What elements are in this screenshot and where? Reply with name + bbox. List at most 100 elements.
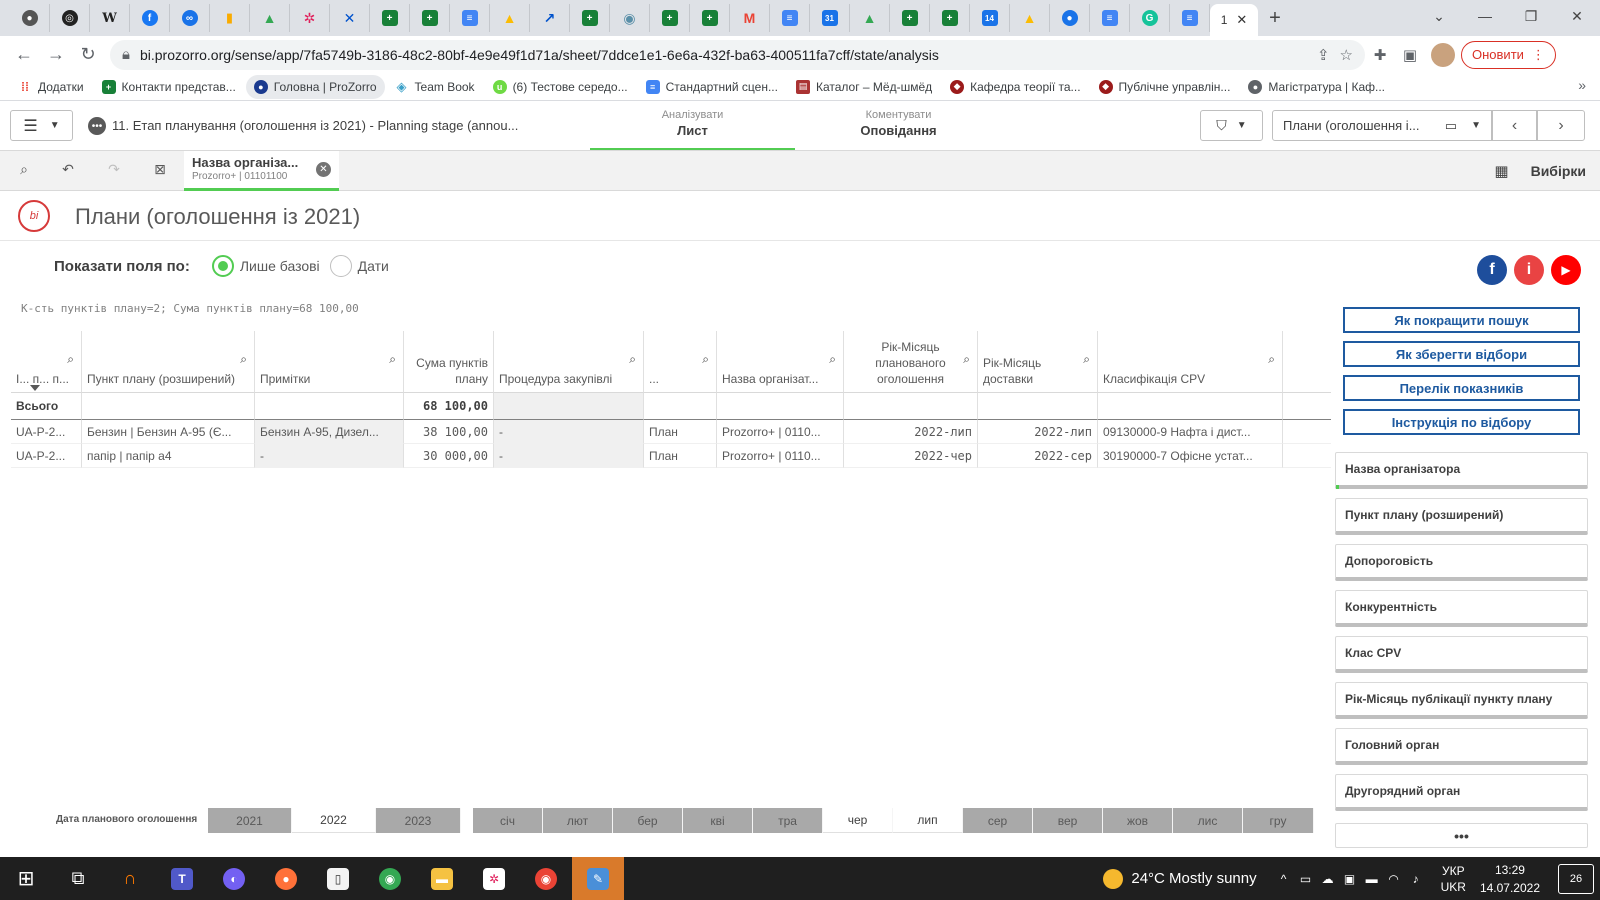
- profile-avatar[interactable]: [1431, 42, 1455, 67]
- bookmark-item[interactable]: u (6) Тестове середо...: [485, 75, 636, 99]
- browser-tab[interactable]: ∞: [170, 4, 210, 32]
- chrome-icon[interactable]: ◉: [520, 857, 572, 900]
- url-text[interactable]: bi.prozorro.org/sense/app/7fa5749b-3186-…: [140, 47, 1307, 63]
- browser-tab[interactable]: ▲: [250, 4, 290, 32]
- chrome-icon[interactable]: ◉: [364, 857, 416, 900]
- filter-plan-item[interactable]: Пункт плану (розширений): [1335, 498, 1588, 535]
- month-mar[interactable]: бер: [613, 808, 683, 833]
- table-cell[interactable]: 2022-лип: [844, 420, 978, 444]
- filter-competitiveness[interactable]: Конкурентність: [1335, 590, 1588, 627]
- table-cell[interactable]: UA-P-2...: [11, 444, 82, 468]
- filter-cpv-class[interactable]: Клас CPV: [1335, 636, 1588, 673]
- year-2022[interactable]: 2022: [292, 808, 376, 833]
- star-icon[interactable]: ☆: [1340, 46, 1353, 64]
- browser-tab[interactable]: f: [130, 4, 170, 32]
- browser-tab[interactable]: ▮: [210, 4, 250, 32]
- column-header[interactable]: Класифікація CPV ⌕: [1098, 331, 1283, 393]
- column-header[interactable]: Сума пунктів плану: [404, 331, 494, 393]
- tab-analyze[interactable]: Аналізувати Лист: [590, 109, 795, 150]
- month-feb[interactable]: лют: [543, 808, 613, 833]
- browser-tab[interactable]: ≡: [1090, 4, 1130, 32]
- bookmark-item[interactable]: ≡ Стандартний сцен...: [638, 75, 786, 99]
- file-explorer-icon[interactable]: ▬: [416, 857, 468, 900]
- tab-narrate[interactable]: Коментувати Оповідання: [796, 109, 1001, 150]
- volume-icon[interactable]: ♪: [1405, 872, 1427, 886]
- browser-tab[interactable]: ✕: [330, 4, 370, 32]
- step-forward-icon[interactable]: ↷: [104, 161, 124, 181]
- table-cell[interactable]: Бензин | Бензин А-95 (Є...: [82, 420, 255, 444]
- bookmark-item[interactable]: ◈ Team Book: [387, 75, 483, 99]
- year-2023[interactable]: 2023: [376, 808, 461, 833]
- bookmark-item[interactable]: ● Магістратура | Каф...: [1240, 75, 1393, 99]
- search-icon[interactable]: ⌕: [629, 351, 636, 367]
- month-aug[interactable]: сер: [963, 808, 1033, 833]
- more-filters-button[interactable]: •••: [1335, 823, 1588, 848]
- browser-tab[interactable]: +: [650, 4, 690, 32]
- browser-tab[interactable]: +: [370, 4, 410, 32]
- restore-button[interactable]: ❐: [1508, 0, 1554, 32]
- table-cell[interactable]: Бензин А-95, Дизел...: [255, 420, 404, 444]
- table-cell[interactable]: 2022-сер: [978, 444, 1098, 468]
- month-nov[interactable]: лис: [1173, 808, 1243, 833]
- table-cell[interactable]: -: [494, 444, 644, 468]
- how-to-improve-search-button[interactable]: Як покращити пошук: [1343, 307, 1580, 333]
- table-cell[interactable]: 2022-лип: [978, 420, 1098, 444]
- reload-button[interactable]: ↻: [72, 40, 104, 70]
- omnibox[interactable]: 🔒︎ bi.prozorro.org/sense/app/7fa5749b-31…: [110, 39, 1365, 70]
- table-cell[interactable]: 09130000-9 Нафта і дист...: [1098, 420, 1283, 444]
- browser-tab[interactable]: ◉: [610, 4, 650, 32]
- clear-all-selections-icon[interactable]: ⊠: [150, 161, 170, 181]
- filter-instruction-button[interactable]: Інструкція по відбору: [1343, 409, 1580, 435]
- month-jul[interactable]: лип: [893, 808, 963, 833]
- month-may[interactable]: тра: [753, 808, 823, 833]
- browser-tab[interactable]: ≡: [450, 4, 490, 32]
- table-row[interactable]: UA-P-2... папір | папір а4 - 30 000,00 -…: [11, 444, 1331, 468]
- indicators-list-button[interactable]: Перелік показників: [1343, 375, 1580, 401]
- youtube-icon[interactable]: ▶: [1551, 255, 1581, 285]
- column-header[interactable]: Назва організат... ⌕: [717, 331, 844, 393]
- device-icon[interactable]: ▣: [1339, 872, 1361, 886]
- column-header[interactable]: Примітки ⌕: [255, 331, 404, 393]
- how-to-save-filters-button[interactable]: Як зберегти відбори: [1343, 341, 1580, 367]
- browser-tab[interactable]: ●: [1050, 4, 1090, 32]
- selection-chip[interactable]: Назва організа... Prozorro+ | 01101100 ✕: [184, 151, 339, 191]
- file-icon[interactable]: ▯: [312, 857, 364, 900]
- sheet-selector[interactable]: Плани (оголошення і... ▭ ▼: [1272, 110, 1492, 141]
- facebook-icon[interactable]: f: [1477, 255, 1507, 285]
- headphones-app-icon[interactable]: ∩: [104, 857, 156, 900]
- close-tab-icon[interactable]: ✕: [1236, 12, 1247, 28]
- month-sep[interactable]: вер: [1033, 808, 1103, 833]
- browser-tab[interactable]: ●: [10, 4, 50, 32]
- bookmark-item[interactable]: ◆ Публічне управлін...: [1091, 75, 1239, 99]
- column-header[interactable]: Рік-Місяць планованого оголошення ⌕: [844, 331, 978, 393]
- bookmarks-overflow-icon[interactable]: »: [1578, 77, 1586, 93]
- wifi-icon[interactable]: ◠: [1383, 872, 1405, 886]
- browser-tab-active[interactable]: 1 ✕: [1210, 4, 1258, 36]
- table-cell[interactable]: 2022-чер: [844, 444, 978, 468]
- browser-tab[interactable]: +: [930, 4, 970, 32]
- browser-tab[interactable]: ✲: [290, 4, 330, 32]
- paint-app-icon[interactable]: ✎: [572, 857, 624, 900]
- sort-descending-icon[interactable]: [30, 385, 40, 391]
- search-icon[interactable]: ⌕: [67, 351, 74, 367]
- update-button[interactable]: Оновити ⋮: [1461, 40, 1556, 69]
- tab-search-icon[interactable]: ⌄: [1416, 0, 1462, 32]
- table-cell[interactable]: -: [255, 444, 404, 468]
- column-header[interactable]: Рік-Місяць доставки ⌕: [978, 331, 1098, 393]
- filter-organizer-name[interactable]: Назва організатора: [1335, 452, 1588, 489]
- browser-tab[interactable]: +: [410, 4, 450, 32]
- language-indicator[interactable]: УКР UKR: [1441, 863, 1466, 895]
- column-header[interactable]: ... ⌕: [644, 331, 717, 393]
- global-menu-button[interactable]: ☰ ▼: [10, 110, 73, 141]
- filter-threshold[interactable]: Допороговість: [1335, 544, 1588, 581]
- step-back-icon[interactable]: ↶: [58, 161, 78, 181]
- browser-tab[interactable]: +: [690, 4, 730, 32]
- windows-start-icon[interactable]: ⊞: [0, 857, 52, 900]
- new-tab-button[interactable]: +: [1258, 7, 1292, 30]
- browser-tab[interactable]: 14: [970, 4, 1010, 32]
- browser-tab[interactable]: G: [1130, 4, 1170, 32]
- month-apr[interactable]: кві: [683, 808, 753, 833]
- close-window-button[interactable]: ✕: [1554, 0, 1600, 32]
- browser-tab[interactable]: ▲: [850, 4, 890, 32]
- viber-icon[interactable]: ◐: [208, 857, 260, 900]
